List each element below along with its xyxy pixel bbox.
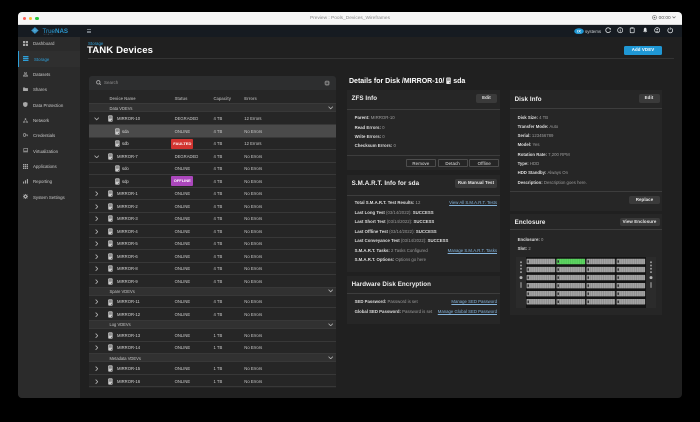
svg-text:iX: iX: [577, 28, 581, 33]
